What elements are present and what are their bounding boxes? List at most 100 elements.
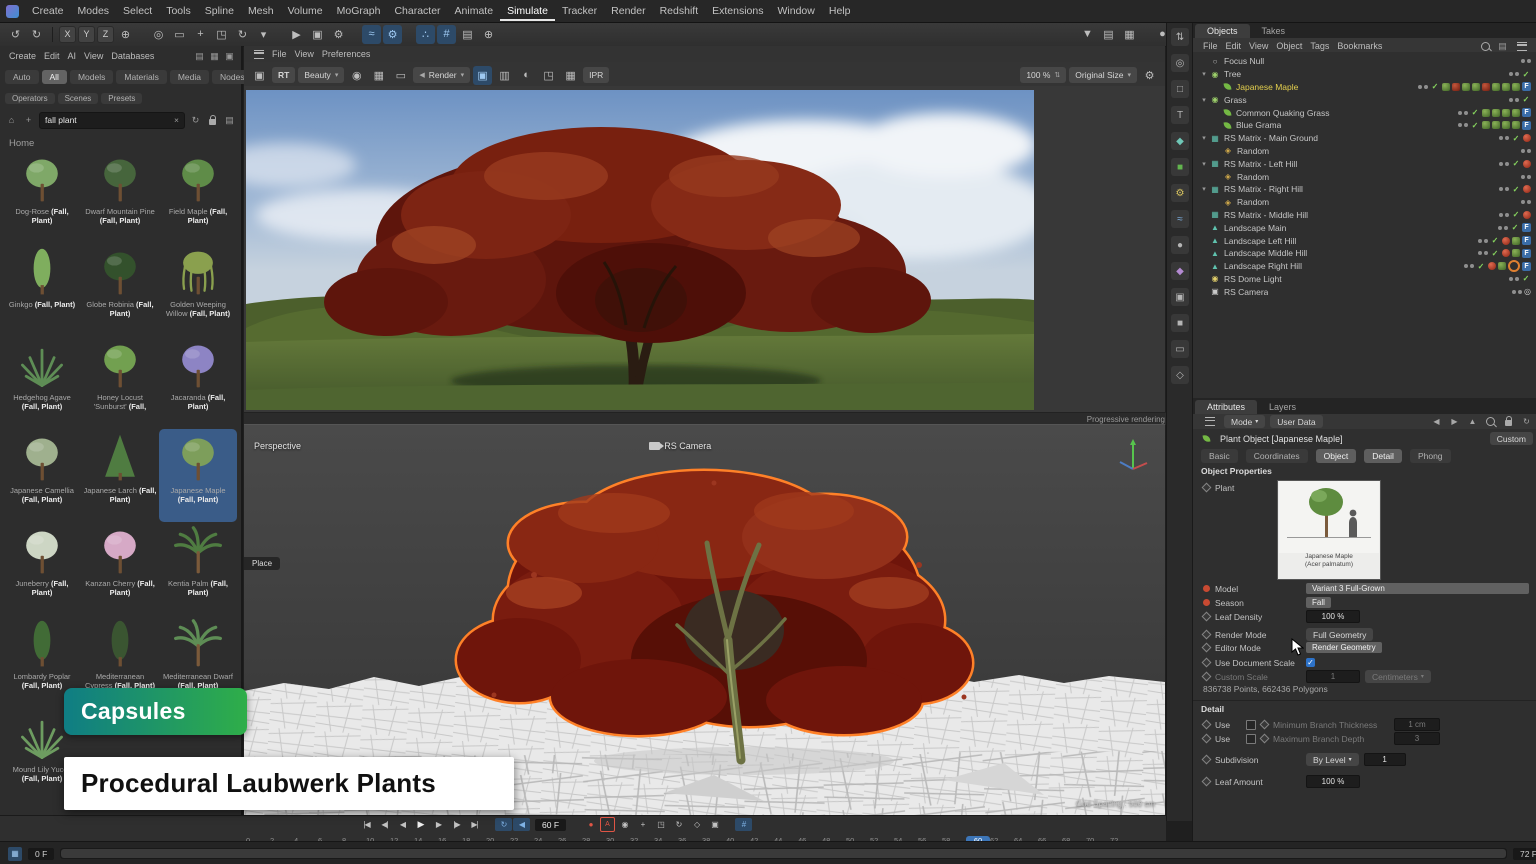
enabled-check-icon[interactable]: ✓ (1521, 95, 1531, 104)
display-icon[interactable]: ▭ (1171, 340, 1189, 358)
model-dropdown[interactable]: Variant 3 Full-Grown (1306, 583, 1529, 594)
panel-menu-icon[interactable] (1517, 42, 1527, 51)
material-chip[interactable] (1523, 134, 1531, 142)
asset-item-honey-locust-sunburst[interactable]: Honey Locust 'Sunburst' (Fall, Plant) (81, 336, 159, 429)
tab-all[interactable]: All (42, 70, 67, 84)
fields-badge[interactable]: F (1522, 223, 1531, 232)
active-camera-icon[interactable]: ◎ (1524, 287, 1531, 296)
render-visibility-dot[interactable] (1484, 239, 1488, 243)
subdivision-mode-dropdown[interactable]: By Level▾ (1306, 753, 1359, 766)
om-menu-object[interactable]: Object (1272, 40, 1306, 52)
enabled-check-icon[interactable]: ✓ (1521, 274, 1531, 283)
prop-tab-phong[interactable]: Phong (1410, 449, 1451, 463)
menu-spline[interactable]: Spline (198, 1, 241, 21)
environment-icon[interactable]: ■ (1171, 314, 1189, 332)
material-chip[interactable] (1498, 262, 1506, 270)
object-row-landscape-main[interactable]: ▲Landscape Main✓F (1193, 221, 1536, 234)
ab-compare-icon[interactable]: ◐ (517, 66, 536, 85)
fields-badge[interactable]: F (1522, 262, 1531, 271)
render-visibility-dot[interactable] (1515, 98, 1519, 102)
material-chip[interactable] (1492, 83, 1500, 91)
asset-item-japanese-camellia[interactable]: Japanese Camellia (Fall, Plant) (3, 429, 81, 522)
material-chip[interactable] (1502, 121, 1510, 129)
render-visibility-dot[interactable] (1527, 59, 1531, 63)
tab-models[interactable]: Models (70, 70, 113, 84)
filter-icon[interactable]: ▤ (1496, 40, 1509, 53)
modeling-axis-icon[interactable]: ⊕ (479, 25, 498, 44)
material-chip[interactable] (1442, 83, 1450, 91)
history-icon[interactable]: ↻ (1520, 415, 1533, 428)
editor-visibility-dot[interactable] (1509, 72, 1513, 76)
anim-dot[interactable] (1202, 734, 1212, 744)
ab-menu-ai[interactable]: AI (64, 50, 81, 62)
editor-visibility-dot[interactable] (1478, 251, 1482, 255)
volume-sphere-icon[interactable]: ● (1171, 236, 1189, 254)
editor-visibility-dot[interactable] (1521, 149, 1525, 153)
expander-icon[interactable]: ▾ (1199, 185, 1209, 193)
current-frame-field[interactable]: 60 F (535, 819, 566, 831)
fields-badge[interactable]: F (1522, 236, 1531, 245)
render-history-nav[interactable]: ◀Render▾ (413, 67, 470, 83)
expander-icon[interactable]: ▾ (1199, 134, 1209, 142)
display-mode-icon[interactable]: ◉ (347, 66, 366, 85)
season-dropdown[interactable]: Fall (1306, 597, 1331, 608)
render-visibility-dot[interactable] (1464, 111, 1468, 115)
search-input[interactable]: fall plant × (39, 112, 185, 129)
expander-icon[interactable]: ▾ (1199, 96, 1209, 104)
enabled-check-icon[interactable]: ✓ (1490, 249, 1500, 258)
live-selection-icon[interactable]: ◎ (149, 25, 168, 44)
render-pass-dropdown[interactable]: Beauty▾ (298, 67, 344, 83)
search-icon[interactable] (1486, 417, 1495, 426)
leaf-density-field[interactable]: 100 % (1306, 610, 1360, 623)
anim-dot[interactable] (1202, 777, 1212, 787)
object-row-common-quaking-grass[interactable]: Common Quaking Grass✓F (1193, 106, 1536, 119)
tab-objects[interactable]: Objects (1195, 24, 1250, 38)
material-chip[interactable] (1502, 249, 1510, 257)
attributes-menu-icon[interactable] (1205, 417, 1215, 426)
subtab-scenes[interactable]: Scenes (58, 93, 99, 104)
enabled-check-icon[interactable]: ✓ (1476, 262, 1486, 271)
render-view-button[interactable]: ▶ (287, 25, 306, 44)
render-visibility-dot[interactable] (1505, 187, 1509, 191)
anim-dot[interactable] (1202, 643, 1212, 653)
leaf-amount-field[interactable]: 100 % (1306, 775, 1360, 788)
render-visibility-dot[interactable] (1527, 200, 1531, 204)
material-chip[interactable] (1482, 121, 1490, 129)
om-menu-tags[interactable]: Tags (1306, 40, 1333, 52)
editor-visibility-dot[interactable] (1499, 136, 1503, 140)
redo-icon[interactable]: ↻ (27, 25, 46, 44)
tab-layers[interactable]: Layers (1257, 400, 1308, 414)
vp-menu-preferences[interactable]: Preferences (318, 48, 375, 60)
expander-icon[interactable]: ▾ (1199, 70, 1209, 78)
navigate-icon[interactable]: ⇅ (1171, 28, 1189, 46)
asset-item-kanzan-cherry[interactable]: Kanzan Cherry (Fall, Plant) (81, 522, 159, 615)
vp-menu-view[interactable]: View (291, 48, 318, 60)
editor-visibility-dot[interactable] (1498, 226, 1502, 230)
range-end-field[interactable]: 72 F (1513, 848, 1536, 860)
render-visibility-dot[interactable] (1527, 175, 1531, 179)
menu-create[interactable]: Create (25, 1, 71, 21)
prop-tab-basic[interactable]: Basic (1201, 449, 1238, 463)
generator-gear-icon[interactable]: ⚙ (1171, 184, 1189, 202)
render-visibility-dot[interactable] (1464, 123, 1468, 127)
editor-visibility-dot[interactable] (1509, 98, 1513, 102)
material-chip[interactable] (1472, 83, 1480, 91)
zoom-fit-icon[interactable]: ◳ (539, 66, 558, 85)
material-chip[interactable] (1482, 83, 1490, 91)
object-row-rs-camera[interactable]: ▣RS Camera◎ (1193, 285, 1536, 298)
deformer-icon[interactable]: ◆ (1171, 262, 1189, 280)
object-row-japanese-maple[interactable]: Japanese Maple✓F (1193, 81, 1536, 94)
material-chip[interactable] (1508, 260, 1520, 272)
material-chip[interactable] (1523, 160, 1531, 168)
render-visibility-dot[interactable] (1518, 290, 1522, 294)
subdivision-field[interactable]: 1 (1364, 753, 1406, 766)
render-visibility-dot[interactable] (1470, 264, 1474, 268)
use-min-branch-checkbox[interactable] (1246, 720, 1256, 730)
tab-materials[interactable]: Materials (116, 70, 166, 84)
editor-visibility-dot[interactable] (1418, 85, 1422, 89)
editor-visibility-dot[interactable] (1478, 239, 1482, 243)
asset-item-ginkgo[interactable]: Ginkgo (Fall, Plant) (3, 243, 81, 336)
material-chip[interactable] (1512, 121, 1520, 129)
asset-item-dog-rose[interactable]: Dog-Rose (Fall, Plant) (3, 150, 81, 243)
menu-extensions[interactable]: Extensions (705, 1, 770, 21)
